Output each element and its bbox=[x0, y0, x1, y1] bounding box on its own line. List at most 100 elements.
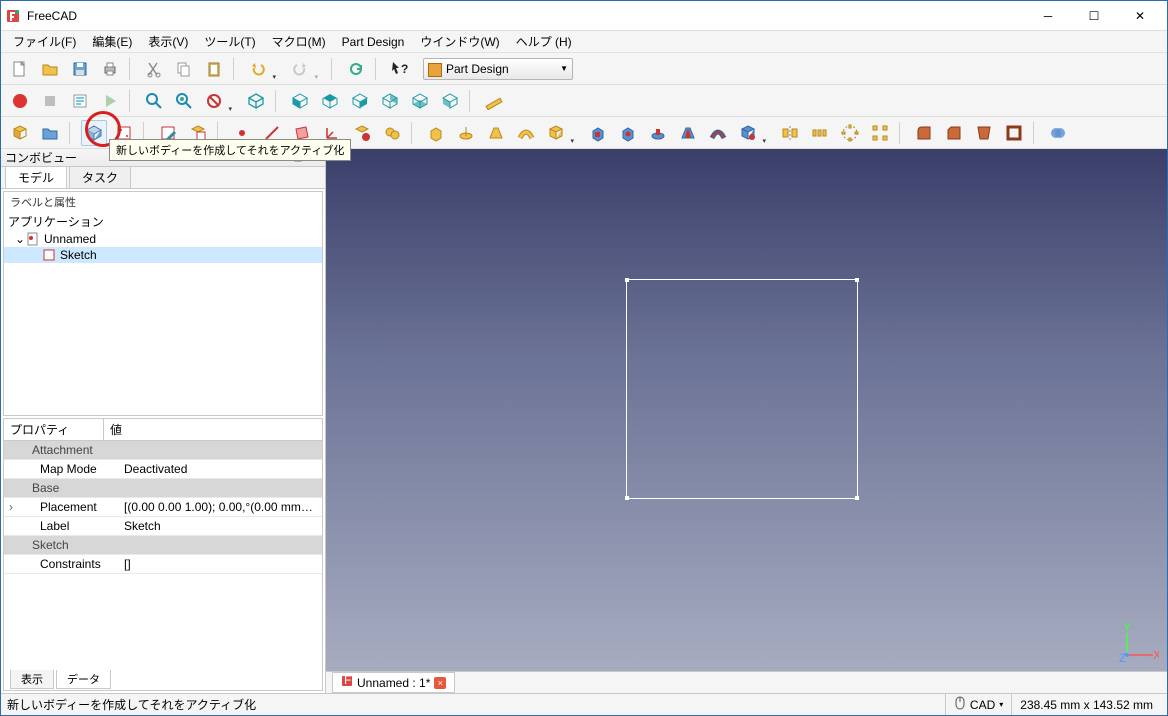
additive-loft-button[interactable] bbox=[483, 120, 509, 146]
tree-doc-row[interactable]: ⌄ Unnamed bbox=[4, 231, 322, 247]
tree-app-row[interactable]: アプリケーション bbox=[4, 212, 322, 231]
prop-row-constraints[interactable]: Constraints [] bbox=[4, 555, 322, 574]
cut-button[interactable] bbox=[141, 56, 167, 82]
vertex-icon[interactable] bbox=[855, 496, 859, 500]
prop-label-key: Label bbox=[18, 517, 118, 535]
vertex-icon[interactable] bbox=[625, 496, 629, 500]
macro-stop-button[interactable] bbox=[37, 88, 63, 114]
axis-indicator: Y X Z bbox=[1119, 623, 1159, 663]
menu-partdesign[interactable]: Part Design bbox=[334, 33, 413, 51]
menu-macro[interactable]: マクロ(M) bbox=[264, 31, 334, 52]
close-button[interactable]: ✕ bbox=[1117, 1, 1163, 31]
additive-primitive-button[interactable] bbox=[543, 120, 569, 146]
view-left-button[interactable] bbox=[437, 88, 463, 114]
tree-sketch-row[interactable]: Sketch bbox=[4, 247, 322, 263]
multitransform-button[interactable] bbox=[867, 120, 893, 146]
new-button[interactable] bbox=[7, 56, 33, 82]
view-top-button[interactable] bbox=[317, 88, 343, 114]
view-iso-button[interactable] bbox=[243, 88, 269, 114]
menu-file[interactable]: ファイル(F) bbox=[5, 31, 84, 52]
shapebinder-button[interactable] bbox=[349, 120, 375, 146]
tree-view[interactable]: ラベルと属性 アプリケーション ⌄ Unnamed Sketch bbox=[3, 191, 323, 416]
workbench-selector[interactable]: Part Design ▼ bbox=[423, 58, 573, 80]
workbench-label: Part Design bbox=[428, 62, 560, 76]
redo-button[interactable] bbox=[287, 56, 313, 82]
view-right-button[interactable] bbox=[347, 88, 373, 114]
polar-pattern-button[interactable] bbox=[837, 120, 863, 146]
fillet-button[interactable] bbox=[911, 120, 937, 146]
viewport-area: Y X Z F Unnamed : 1* × bbox=[326, 149, 1167, 693]
groove-button[interactable] bbox=[645, 120, 671, 146]
tree-caret-icon[interactable]: ⌄ bbox=[14, 232, 26, 246]
prop-row-placement[interactable]: › Placement [(0.00 0.00 1.00); 0.00,°(0.… bbox=[4, 498, 322, 517]
property-tabs: 表示 データ bbox=[4, 670, 322, 690]
pad-button[interactable] bbox=[423, 120, 449, 146]
boolean-button[interactable] bbox=[1045, 120, 1071, 146]
partdesign-part-button[interactable] bbox=[7, 120, 33, 146]
subtractive-pipe-button[interactable] bbox=[705, 120, 731, 146]
macro-edit-button[interactable] bbox=[67, 88, 93, 114]
minimize-button[interactable]: ─ bbox=[1025, 1, 1071, 31]
maximize-button[interactable]: ☐ bbox=[1071, 1, 1117, 31]
macro-play-button[interactable] bbox=[97, 88, 123, 114]
prop-label-val[interactable]: Sketch bbox=[118, 517, 322, 535]
mirror-button[interactable] bbox=[777, 120, 803, 146]
tab-model[interactable]: モデル bbox=[5, 166, 67, 188]
draft-button[interactable] bbox=[971, 120, 997, 146]
tab-task[interactable]: タスク bbox=[69, 166, 131, 188]
prop-row-label[interactable]: Label Sketch bbox=[4, 517, 322, 536]
subtractive-loft-button[interactable] bbox=[675, 120, 701, 146]
print-button[interactable] bbox=[97, 56, 123, 82]
zoom-fit-button[interactable] bbox=[141, 88, 167, 114]
vertex-icon[interactable] bbox=[855, 278, 859, 282]
dropdown-icon: ▼ bbox=[560, 64, 568, 73]
window-title: FreeCAD bbox=[27, 9, 1025, 23]
partdesign-group-button[interactable] bbox=[37, 120, 63, 146]
paste-button[interactable] bbox=[201, 56, 227, 82]
expand-icon[interactable]: › bbox=[4, 500, 18, 514]
view-rear-button[interactable] bbox=[377, 88, 403, 114]
pocket-button[interactable] bbox=[585, 120, 611, 146]
close-tab-icon[interactable]: × bbox=[434, 677, 446, 689]
macro-record-button[interactable] bbox=[7, 88, 33, 114]
measure-button[interactable] bbox=[481, 88, 507, 114]
thickness-button[interactable] bbox=[1001, 120, 1027, 146]
prop-row-mapmode[interactable]: Map Mode Deactivated bbox=[4, 460, 322, 479]
refresh-button[interactable] bbox=[343, 56, 369, 82]
save-button[interactable] bbox=[67, 56, 93, 82]
linear-pattern-button[interactable] bbox=[807, 120, 833, 146]
chamfer-button[interactable] bbox=[941, 120, 967, 146]
prop-constraints-val[interactable]: [] bbox=[118, 555, 322, 573]
menu-view[interactable]: 表示(V) bbox=[140, 31, 196, 52]
status-navstyle[interactable]: CAD ▾ bbox=[945, 694, 1011, 715]
prop-mapmode-val[interactable]: Deactivated bbox=[118, 460, 322, 478]
tree-header: ラベルと属性 bbox=[4, 192, 322, 212]
copy-button[interactable] bbox=[171, 56, 197, 82]
view-bottom-button[interactable] bbox=[407, 88, 433, 114]
drawstyle-button[interactable] bbox=[201, 88, 227, 114]
create-body-button[interactable] bbox=[81, 120, 107, 146]
revolution-button[interactable] bbox=[453, 120, 479, 146]
menu-tools[interactable]: ツール(T) bbox=[196, 31, 263, 52]
menu-window[interactable]: ウインドウ(W) bbox=[412, 31, 507, 52]
prop-tab-view[interactable]: 表示 bbox=[10, 670, 54, 689]
additive-pipe-button[interactable] bbox=[513, 120, 539, 146]
open-button[interactable] bbox=[37, 56, 63, 82]
clone-button[interactable] bbox=[379, 120, 405, 146]
undo-button[interactable] bbox=[245, 56, 271, 82]
sketch-rectangle[interactable] bbox=[626, 279, 858, 499]
subtractive-primitive-button[interactable] bbox=[735, 120, 761, 146]
menu-help[interactable]: ヘルプ (H) bbox=[508, 31, 580, 52]
document-tab[interactable]: F Unnamed : 1* × bbox=[332, 672, 455, 693]
hole-button[interactable] bbox=[615, 120, 641, 146]
tree-doc-label: Unnamed bbox=[44, 232, 96, 246]
3d-view[interactable]: Y X Z bbox=[326, 149, 1167, 671]
whatsthis-button[interactable]: ? bbox=[387, 56, 413, 82]
zoom-selection-button[interactable] bbox=[171, 88, 197, 114]
view-front-button[interactable] bbox=[287, 88, 313, 114]
prop-placement-val[interactable]: [(0.00 0.00 1.00); 0.00,°(0.00 mm 0.0... bbox=[118, 498, 322, 516]
vertex-icon[interactable] bbox=[625, 278, 629, 282]
menu-edit[interactable]: 編集(E) bbox=[84, 31, 140, 52]
prop-tab-data[interactable]: データ bbox=[56, 670, 111, 689]
property-body[interactable]: Attachment Map Mode Deactivated Base › P… bbox=[4, 441, 322, 670]
